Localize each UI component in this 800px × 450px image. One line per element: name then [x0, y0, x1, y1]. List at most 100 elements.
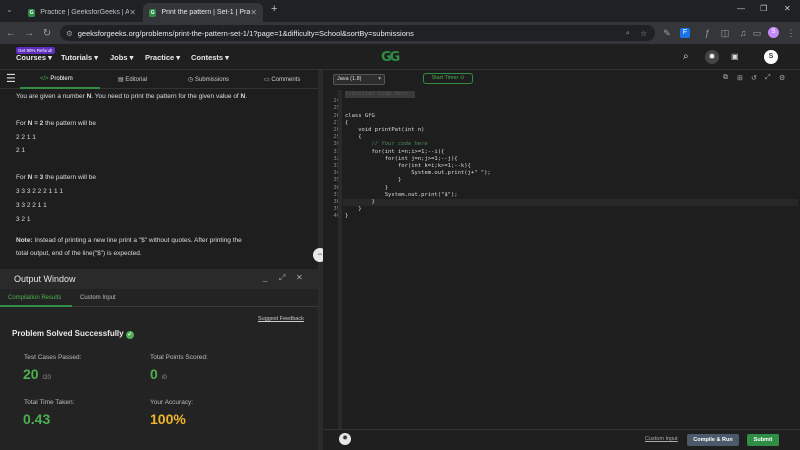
- example-2-label: For N = 3 the pattern will be: [16, 174, 97, 181]
- timer-icon: ⊙: [459, 75, 465, 81]
- extensions-icon[interactable]: ◫: [718, 26, 732, 40]
- theme-toggle-icon[interactable]: ✹: [705, 50, 719, 64]
- tab-custom-input[interactable]: Custom Input: [80, 295, 116, 301]
- close-output-icon[interactable]: ✕: [296, 273, 303, 282]
- new-tab-button[interactable]: +: [271, 3, 277, 15]
- settings-gear-icon[interactable]: ✹: [339, 433, 351, 445]
- code-line: for(int j=n;j>=1;--j){: [345, 155, 458, 162]
- browser-tab-practice[interactable]: G Practice | GeeksforGeeks | A co ✕: [22, 3, 142, 22]
- user-avatar[interactable]: S: [764, 50, 778, 64]
- reload-icon[interactable]: ↻: [38, 28, 56, 39]
- sidebar-icon[interactable]: ▭: [750, 26, 764, 40]
- example-1-line: 2 2 1 1: [16, 134, 36, 141]
- stat-label: Test Cases Passed:: [24, 354, 82, 361]
- code-line: {: [345, 119, 349, 126]
- nav-practice[interactable]: Practice ▾: [145, 53, 180, 62]
- back-icon[interactable]: ←: [2, 28, 20, 39]
- stat-value: 20 /20: [23, 366, 51, 382]
- nav-jobs[interactable]: Jobs ▾: [110, 53, 133, 62]
- submit-button[interactable]: Submit: [747, 434, 779, 446]
- address-bar[interactable]: ⚙ geeksforgeeks.org/problems/print-the-p…: [60, 25, 655, 41]
- menu-kebab-icon[interactable]: ⋮: [784, 26, 798, 40]
- problem-panel: ☰ </> Problem ▤ Editorial ◷ Submissions …: [0, 70, 318, 450]
- nav-courses[interactable]: Courses ▾: [16, 53, 52, 62]
- notes-icon[interactable]: ▣: [731, 52, 739, 61]
- stat-label: Your Accuracy:: [150, 399, 194, 406]
- code-line: }: [345, 199, 375, 205]
- example-1-label: For N = 2 the pattern will be: [16, 120, 97, 127]
- restore-icon[interactable]: ❐: [760, 4, 767, 13]
- active-line-highlight: [343, 199, 798, 206]
- start-timer-button[interactable]: Start Timer ⊙: [423, 73, 473, 84]
- media-icon[interactable]: ♫: [736, 26, 750, 40]
- close-tab-icon[interactable]: ✕: [129, 8, 136, 17]
- code-line: void printPat(int n): [345, 127, 425, 133]
- example-2-line: 3 2 1: [16, 216, 31, 223]
- close-window-icon[interactable]: ✕: [784, 4, 791, 13]
- code-editor[interactable]: 12425262728293031323334353637383940 //In…: [323, 89, 800, 434]
- code-line: {: [345, 134, 362, 141]
- tab-compilation-underline: [0, 305, 72, 307]
- minimize-output-icon[interactable]: _: [263, 273, 267, 282]
- search-icon[interactable]: ⌕: [683, 51, 689, 62]
- clock-icon: ◷: [188, 77, 194, 83]
- nav-tutorials[interactable]: Tutorials ▾: [61, 53, 98, 62]
- code-line: for(int k=i;k>=1;--k){: [345, 163, 471, 169]
- gfg-favicon-icon: G: [149, 8, 157, 17]
- site-info-icon[interactable]: ⚙: [66, 29, 73, 38]
- fullscreen-icon[interactable]: ⤢: [765, 74, 771, 82]
- refresh-icon[interactable]: ↺: [751, 74, 757, 82]
- note-text: Note: Instead of printing a new line pri…: [16, 237, 242, 244]
- tab-problem[interactable]: </> Problem: [40, 76, 73, 82]
- editor-toolbar: Java (1.8) ▾ Start Timer ⊙ ⧉ ⊞ ↺ ⤢ ⚙: [323, 70, 800, 89]
- custom-input-link[interactable]: Custom Input: [645, 436, 678, 442]
- browser-tab-bar: ⌄ G Practice | GeeksforGeeks | A co ✕ G …: [0, 0, 800, 22]
- function-extension-icon[interactable]: ƒ: [700, 26, 714, 40]
- tab-compilation-results[interactable]: Compilation Results: [8, 295, 61, 301]
- profile-avatar[interactable]: S: [768, 27, 779, 38]
- code-line: // Your code here: [345, 141, 428, 148]
- minimize-icon[interactable]: —: [737, 4, 745, 13]
- expand-output-icon[interactable]: ⤢: [279, 273, 285, 283]
- code-line: }: [345, 184, 389, 191]
- menu-icon[interactable]: ☰: [6, 72, 16, 85]
- site-navbar: Get 90% Refund! Courses ▾ Tutorials ▾ Jo…: [0, 44, 800, 70]
- compile-run-button[interactable]: Compile & Run: [687, 434, 739, 446]
- book-icon: ▤: [118, 77, 124, 83]
- copy-icon[interactable]: ⧉: [723, 74, 728, 82]
- browser-tab-print-pattern[interactable]: G Print the pattern | Set-1 | Practi ✕: [143, 3, 263, 22]
- tab-submissions[interactable]: ◷ Submissions: [188, 76, 229, 83]
- editor-footer: ✹ Custom Input Compile & Run Submit: [323, 429, 800, 450]
- success-status: Problem Solved Successfully ✓: [12, 329, 134, 339]
- new-file-icon[interactable]: ⊞: [737, 74, 743, 82]
- settings-icon[interactable]: ⚙: [779, 74, 785, 82]
- output-window-header: Output Window _ ⤢ ✕: [0, 269, 318, 289]
- language-select[interactable]: Java (1.8) ▾: [333, 74, 385, 85]
- forward-icon[interactable]: →: [20, 28, 38, 39]
- zoom-icon[interactable]: ⌕: [626, 28, 630, 38]
- code-line: }: [345, 213, 349, 220]
- suggest-feedback-link[interactable]: Suggest Feedback: [258, 316, 304, 322]
- nav-contests[interactable]: Contests ▾: [191, 53, 229, 62]
- problem-tabs: ☰ </> Problem ▤ Editorial ◷ Submissions …: [0, 70, 318, 89]
- comment-icon: ▭: [264, 77, 270, 83]
- pen-extension-icon[interactable]: ✎: [660, 26, 674, 40]
- close-tab-icon[interactable]: ✕: [250, 8, 257, 17]
- tab-editorial[interactable]: ▤ Editorial: [118, 76, 147, 83]
- bookmark-star-icon[interactable]: ☆: [640, 29, 647, 38]
- code-line: //Initial Code Here: [345, 91, 408, 97]
- tab-search-icon[interactable]: ⌄: [6, 5, 13, 14]
- f-extension-icon[interactable]: F: [680, 28, 690, 38]
- tab-comments[interactable]: ▭ Comments: [264, 76, 300, 83]
- check-circle-icon: ✓: [125, 331, 134, 339]
- note-text-continued: total output, end of the line("$") is ex…: [16, 250, 142, 257]
- code-line: System.out.print(j+" ");: [345, 170, 491, 177]
- stat-label: Total Time Taken:: [24, 399, 75, 406]
- gfg-logo[interactable]: GG: [381, 50, 400, 65]
- vertical-scrollbar[interactable]: [338, 90, 342, 429]
- code-line: }: [345, 206, 362, 213]
- output-window-title: Output Window: [14, 274, 76, 284]
- browser-toolbar: ← → ↻ ⚙ geeksforgeeks.org/problems/print…: [0, 22, 800, 44]
- example-2-line: 3 3 3 2 2 2 1 1 1: [16, 188, 63, 195]
- stat-label: Total Points Scored:: [150, 354, 208, 361]
